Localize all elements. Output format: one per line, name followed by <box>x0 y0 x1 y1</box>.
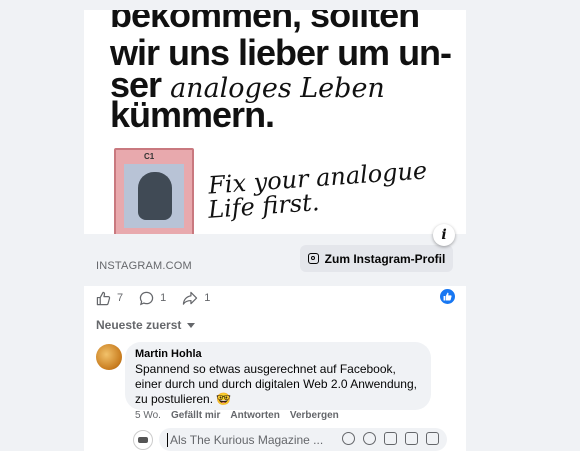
emoji-icon[interactable] <box>363 432 376 445</box>
like-count: 7 <box>117 292 124 304</box>
comment-sort-dropdown[interactable]: Neueste zuerst <box>96 318 196 332</box>
reaction-bar: 7 1 1 <box>96 288 226 308</box>
comment-actions: 5 Wo. Gefällt mir Antworten Verbergen <box>135 410 339 421</box>
sticker-icon[interactable] <box>426 432 439 445</box>
share-action[interactable]: 1 <box>182 291 210 306</box>
thumbs-up-icon <box>96 291 111 305</box>
reply-placeholder: Als The Kurious Magazine ... <box>170 432 324 447</box>
page-avatar[interactable] <box>133 430 153 450</box>
link-domain: INSTAGRAM.COM <box>96 260 192 272</box>
like-action[interactable]: 7 <box>96 291 123 306</box>
comment-bubble-icon <box>139 291 154 305</box>
link-preview-bar[interactable]: INSTAGRAM.COM Zum Instagram-Profil <box>84 234 466 286</box>
reply-input[interactable]: Als The Kurious Magazine ... <box>159 428 447 451</box>
comment-action[interactable]: 1 <box>139 291 166 306</box>
reply-composer: Als The Kurious Magazine ... <box>133 428 466 451</box>
comment-time[interactable]: 5 Wo. <box>135 410 161 421</box>
gorilla-card-image: C1 gorilla <box>114 148 194 246</box>
comment-reply-button[interactable]: Antworten <box>230 410 279 421</box>
sort-label: Neueste zuerst <box>96 318 182 332</box>
share-count: 1 <box>204 292 211 304</box>
reply-toolbar <box>342 432 439 445</box>
comment-author[interactable]: Martin Hohla <box>135 348 421 360</box>
comment-like-button[interactable]: Gefällt mir <box>171 410 220 421</box>
share-arrow-icon <box>183 291 198 305</box>
instagram-profile-label: Zum Instagram-Profil <box>324 251 446 266</box>
comment-bubble: Martin Hohla Spannend so etwas ausgerech… <box>125 342 431 410</box>
card-tag: C1 <box>144 152 155 161</box>
comment-count: 1 <box>160 292 167 304</box>
hero-line-1: bekommen, sollten <box>110 10 420 35</box>
chevron-down-icon <box>187 322 196 328</box>
post-card: bekommen, sollten wir uns lieber um un- … <box>84 10 466 451</box>
comment-text: Spannend so etwas ausgerechnet auf Faceb… <box>135 362 417 406</box>
post-image[interactable]: bekommen, sollten wir uns lieber um un- … <box>84 10 466 246</box>
comment-hide-button[interactable]: Verbergen <box>290 410 339 421</box>
card-illustration <box>124 164 184 228</box>
info-icon[interactable]: i <box>433 224 455 246</box>
camera-icon[interactable] <box>384 432 397 445</box>
hero-line-4: kümmern. <box>110 94 275 135</box>
gorilla-figure <box>138 172 172 220</box>
instagram-icon <box>307 253 319 264</box>
avatar[interactable] <box>96 344 122 370</box>
text-cursor <box>167 432 168 447</box>
instagram-profile-button[interactable]: Zum Instagram-Profil <box>300 245 453 272</box>
gif-icon[interactable] <box>405 432 418 445</box>
avatar-sticker-icon[interactable] <box>342 432 355 445</box>
thumbs-up-icon <box>443 292 452 301</box>
like-reaction-badge[interactable] <box>440 289 455 304</box>
